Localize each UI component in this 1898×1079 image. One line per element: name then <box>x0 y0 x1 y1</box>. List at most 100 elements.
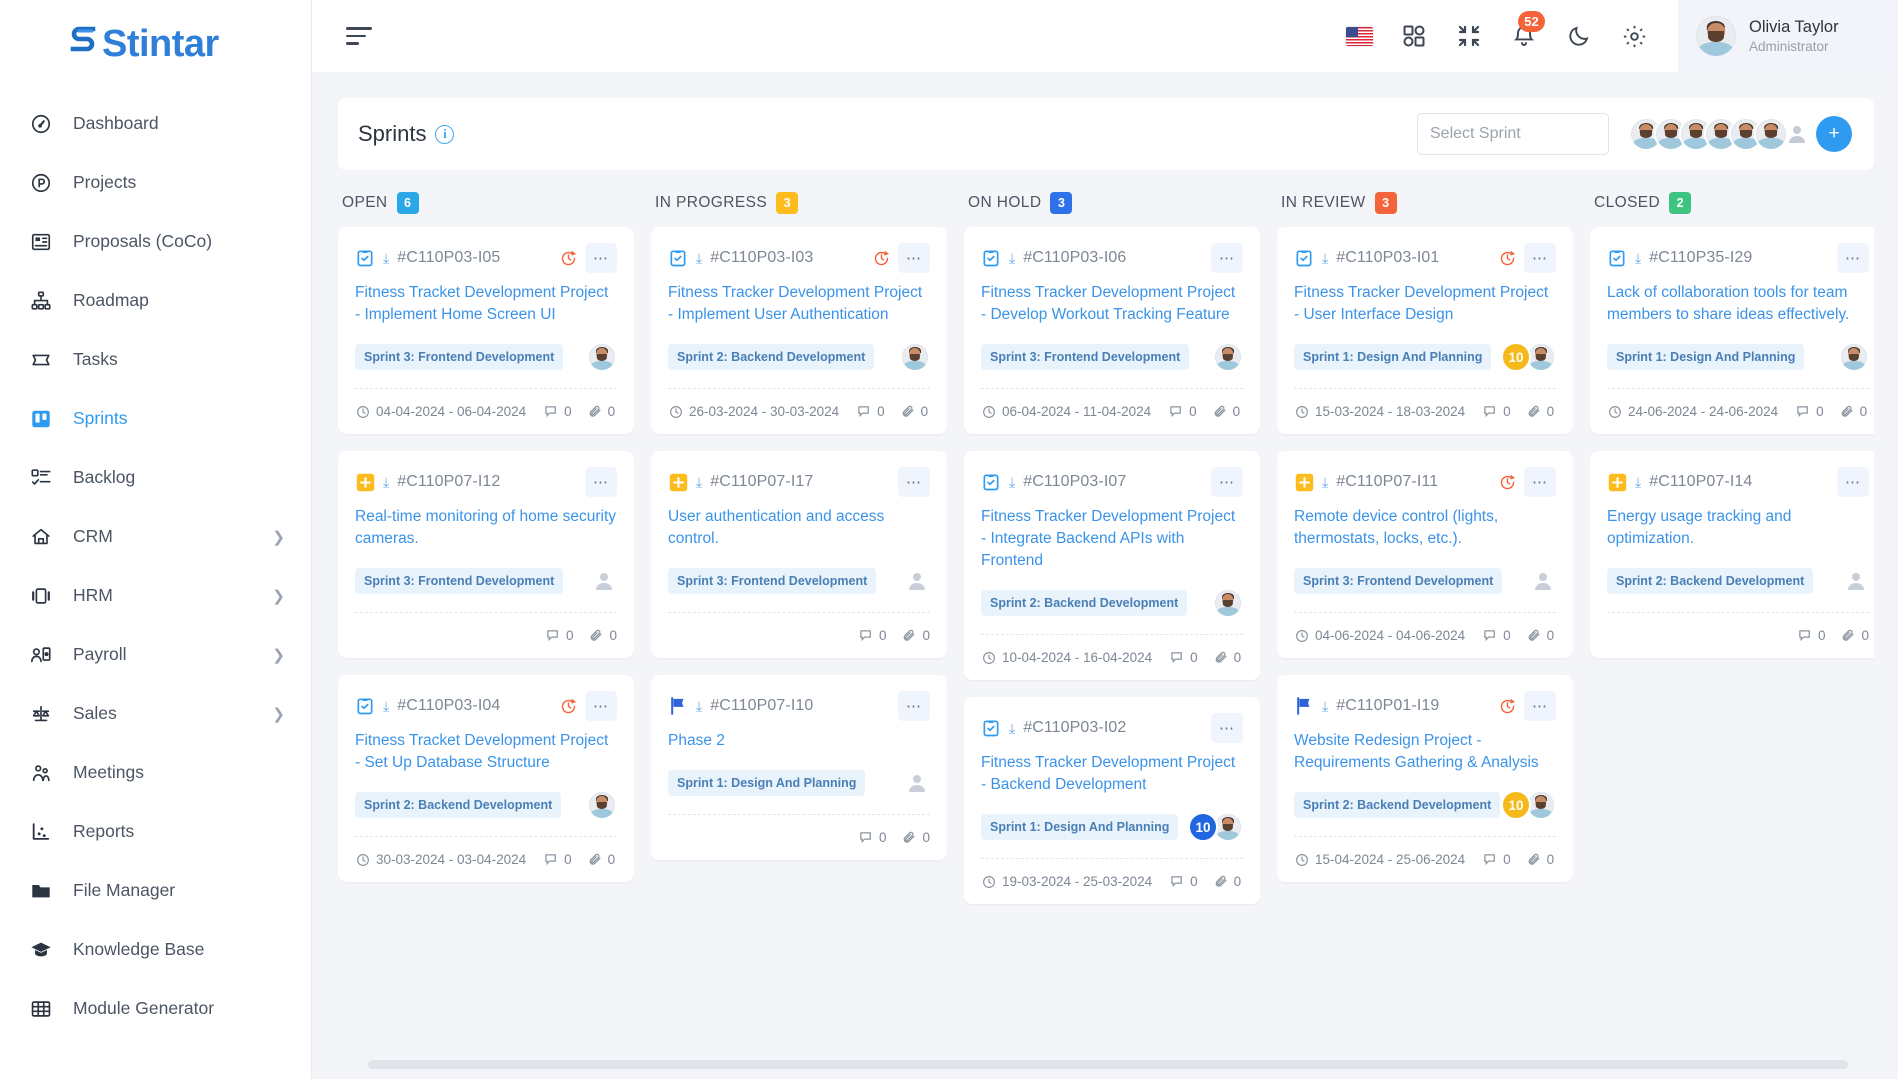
card-menu-button[interactable]: ⋯ <box>585 691 617 721</box>
card-assignee-avatar[interactable] <box>587 790 617 820</box>
card-assignee-avatar[interactable] <box>900 342 930 372</box>
card-menu-button[interactable]: ⋯ <box>1211 467 1243 497</box>
card-unassigned-icon[interactable] <box>1530 568 1556 594</box>
sidebar-item-projects[interactable]: Projects <box>0 153 311 212</box>
card-header: ⤓ #C110P35-I29 ⋯ <box>1607 243 1869 273</box>
kanban-card[interactable]: ⤓ #C110P03-I07 ⋯ Fitness Tracker Developmen… <box>964 451 1260 680</box>
chevron-double-down-icon[interactable]: ⤓ <box>1009 251 1015 265</box>
card-title[interactable]: Fitness Tracket Development Project - Se… <box>355 730 617 774</box>
bell-icon[interactable]: 52 <box>1510 11 1545 50</box>
sidebar-item-crm[interactable]: CRM ❯ <box>0 507 311 566</box>
apps-grid-icon[interactable] <box>1400 22 1428 50</box>
compress-icon[interactable] <box>1455 22 1483 50</box>
sidebar-item-roadmap[interactable]: Roadmap <box>0 271 311 330</box>
kanban-card[interactable]: ⤓ #C110P01-I19 ⋯ Website Redesign Project -… <box>1277 675 1573 882</box>
card-menu-button[interactable]: ⋯ <box>1211 243 1243 273</box>
chevron-double-down-icon[interactable]: ⤓ <box>1635 475 1641 489</box>
kanban-card[interactable]: ⤓ #C110P07-I10 ⋯ Phase 2 Sprint 1: Design An… <box>651 675 947 860</box>
card-unassigned-icon[interactable] <box>904 568 930 594</box>
sidebar-item-tasks[interactable]: Tasks <box>0 330 311 389</box>
card-header: ⤓ #C110P01-I19 ⋯ <box>1294 691 1556 721</box>
chevron-double-down-icon[interactable]: ⤓ <box>383 251 389 265</box>
chevron-double-down-icon[interactable]: ⤓ <box>696 251 702 265</box>
card-menu-button[interactable]: ⋯ <box>585 467 617 497</box>
kanban-card[interactable]: ⤓ #C110P35-I29 ⋯ Lack of collaboration tool… <box>1590 227 1874 434</box>
chevron-double-down-icon[interactable]: ⤓ <box>696 475 702 489</box>
card-assignee-avatar[interactable] <box>1213 588 1243 618</box>
kanban-card[interactable]: ⤓ #C110P03-I04 ⋯ Fitness Tracket Developmen… <box>338 675 634 882</box>
card-menu-button[interactable]: ⋯ <box>898 243 930 273</box>
kanban-card[interactable]: ⤓ #C110P07-I17 ⋯ User authentication and ac… <box>651 451 947 658</box>
card-unassigned-icon[interactable] <box>591 568 617 594</box>
card-menu-button[interactable]: ⋯ <box>585 243 617 273</box>
card-assignee-avatar[interactable] <box>1213 342 1243 372</box>
card-title[interactable]: Fitness Tracket Development Project - Im… <box>355 282 617 326</box>
sidebar-item-payroll[interactable]: Payroll ❯ <box>0 625 311 684</box>
chevron-double-down-icon[interactable]: ⤓ <box>1322 699 1328 713</box>
chevron-double-down-icon[interactable]: ⤓ <box>1009 475 1015 489</box>
kanban-card[interactable]: ⤓ #C110P03-I05 ⋯ Fitness Tracket Developmen… <box>338 227 634 434</box>
sidebar-item-sprints[interactable]: Sprints <box>0 389 311 448</box>
card-title[interactable]: Remote device control (lights, thermosta… <box>1294 506 1556 550</box>
card-menu-button[interactable]: ⋯ <box>1524 691 1556 721</box>
gear-icon[interactable] <box>1620 22 1648 50</box>
card-menu-button[interactable]: ⋯ <box>1524 243 1556 273</box>
select-sprint-dropdown[interactable]: Select Sprint <box>1417 113 1609 155</box>
card-menu-button[interactable]: ⋯ <box>1837 467 1869 497</box>
sidebar-item-dashboard[interactable]: Dashboard <box>0 94 311 153</box>
card-title[interactable]: Fitness Tracker Development Project - In… <box>981 506 1243 572</box>
sidebar-item-backlog[interactable]: Backlog <box>0 448 311 507</box>
card-menu-button[interactable]: ⋯ <box>1524 467 1556 497</box>
kanban-card[interactable]: ⤓ #C110P03-I01 ⋯ Fitness Tracker Developmen… <box>1277 227 1573 434</box>
card-title[interactable]: Real-time monitoring of home security ca… <box>355 506 617 550</box>
card-menu-button[interactable]: ⋯ <box>1211 713 1243 743</box>
card-title[interactable]: User authentication and access control. <box>668 506 930 550</box>
sidebar-item-reports[interactable]: Reports <box>0 802 311 861</box>
sidebar-item-knowledge-base[interactable]: Knowledge Base <box>0 920 311 979</box>
kanban-card[interactable]: ⤓ #C110P03-I03 ⋯ Fitness Tracker Developmen… <box>651 227 947 434</box>
kanban-card[interactable]: ⤓ #C110P07-I14 ⋯ Energy usage tracking and … <box>1590 451 1874 658</box>
card-title[interactable]: Fitness Tracker Development Project - Im… <box>668 282 930 326</box>
add-member-button[interactable]: + <box>1816 116 1852 152</box>
kanban-card[interactable]: ⤓ #C110P03-I02 ⋯ Fitness Tracker Developmen… <box>964 697 1260 904</box>
card-title[interactable]: Fitness Tracker Development Project - Us… <box>1294 282 1556 326</box>
card-unassigned-icon[interactable] <box>1843 568 1869 594</box>
card-title[interactable]: Fitness Tracker Development Project - De… <box>981 282 1243 326</box>
horizontal-scrollbar[interactable] <box>368 1060 1848 1069</box>
sidebar-item-hrm[interactable]: HRM ❯ <box>0 566 311 625</box>
card-unassigned-icon[interactable] <box>904 770 930 796</box>
card-menu-button[interactable]: ⋯ <box>1837 243 1869 273</box>
card-title[interactable]: Phase 2 <box>668 730 930 752</box>
chevron-double-down-icon[interactable]: ⤓ <box>1322 251 1328 265</box>
chevron-double-down-icon[interactable]: ⤓ <box>383 699 389 713</box>
chevron-double-down-icon[interactable]: ⤓ <box>1009 721 1015 735</box>
chevron-double-down-icon[interactable]: ⤓ <box>383 475 389 489</box>
kanban-card[interactable]: ⤓ #C110P07-I11 ⋯ Remote device control (lig… <box>1277 451 1573 658</box>
kanban-card[interactable]: ⤓ #C110P07-I12 ⋯ Real-time monitoring of ho… <box>338 451 634 658</box>
sidebar-item-sales[interactable]: Sales ❯ <box>0 684 311 743</box>
card-title[interactable]: Energy usage tracking and optimization. <box>1607 506 1869 550</box>
team-avatar[interactable] <box>1754 117 1788 151</box>
chevron-double-down-icon[interactable]: ⤓ <box>696 699 702 713</box>
kanban-card[interactable]: ⤓ #C110P03-I06 ⋯ Fitness Tracker Developmen… <box>964 227 1260 434</box>
moon-icon[interactable] <box>1565 22 1593 50</box>
sidebar-item-proposals-coco[interactable]: Proposals (CoCo) <box>0 212 311 271</box>
card-assignee-avatar[interactable] <box>587 342 617 372</box>
sidebar-item-meetings[interactable]: Meetings <box>0 743 311 802</box>
us-flag-icon[interactable] <box>1345 22 1373 50</box>
user-profile[interactable]: Olivia Taylor Administrator <box>1678 0 1898 72</box>
card-assignee-avatar[interactable] <box>1839 342 1869 372</box>
card-title[interactable]: Website Redesign Project - Requirements … <box>1294 730 1556 774</box>
chevron-double-down-icon[interactable]: ⤓ <box>1635 251 1641 265</box>
brand-logo[interactable]: Stintar <box>0 0 311 88</box>
chevron-double-down-icon[interactable]: ⤓ <box>1322 475 1328 489</box>
card-menu-button[interactable]: ⋯ <box>898 691 930 721</box>
hamburger-icon[interactable] <box>346 24 376 48</box>
sidebar-item-file-manager[interactable]: File Manager <box>0 861 311 920</box>
info-icon[interactable]: i <box>435 124 455 144</box>
card-title[interactable]: Lack of collaboration tools for team mem… <box>1607 282 1869 326</box>
card-title[interactable]: Fitness Tracker Development Project - Ba… <box>981 752 1243 796</box>
team-avatar-stack[interactable] <box>1629 117 1788 151</box>
sidebar-item-module-generator[interactable]: Module Generator <box>0 979 311 1038</box>
card-menu-button[interactable]: ⋯ <box>898 467 930 497</box>
